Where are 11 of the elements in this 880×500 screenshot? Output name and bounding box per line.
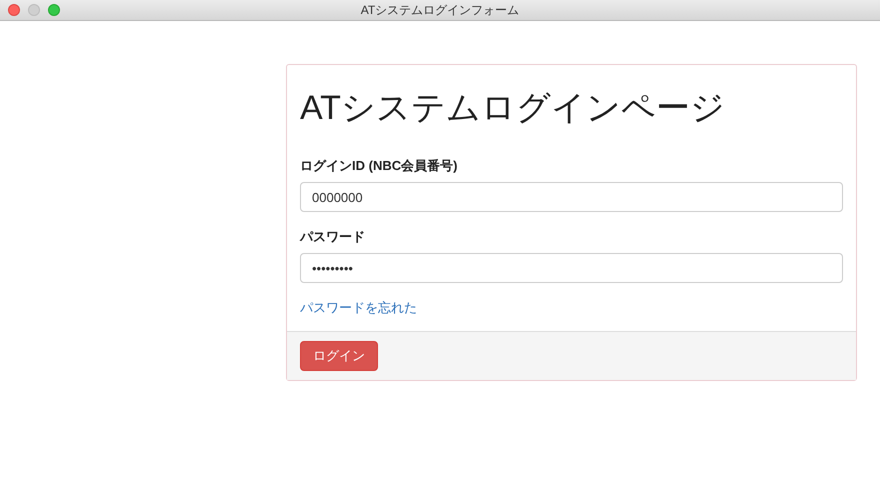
field-label: パスワード <box>300 228 366 246</box>
forgot-password-link[interactable]: パスワードを忘れた <box>300 300 417 315</box>
window-title: ATシステムログインフォーム <box>360 2 520 18</box>
login-button[interactable]: ログイン <box>300 341 378 371</box>
page-heading: ATシステムログインページ <box>300 88 726 129</box>
minimize-button[interactable] <box>28 4 40 16</box>
close-button[interactable] <box>8 4 20 16</box>
field-label: ログインID (NBC会員番号) <box>300 157 458 175</box>
input-field[interactable]: 0000000 <box>300 182 843 212</box>
maximize-button[interactable] <box>48 4 60 16</box>
input-field[interactable]: ••••••••• <box>300 253 843 283</box>
